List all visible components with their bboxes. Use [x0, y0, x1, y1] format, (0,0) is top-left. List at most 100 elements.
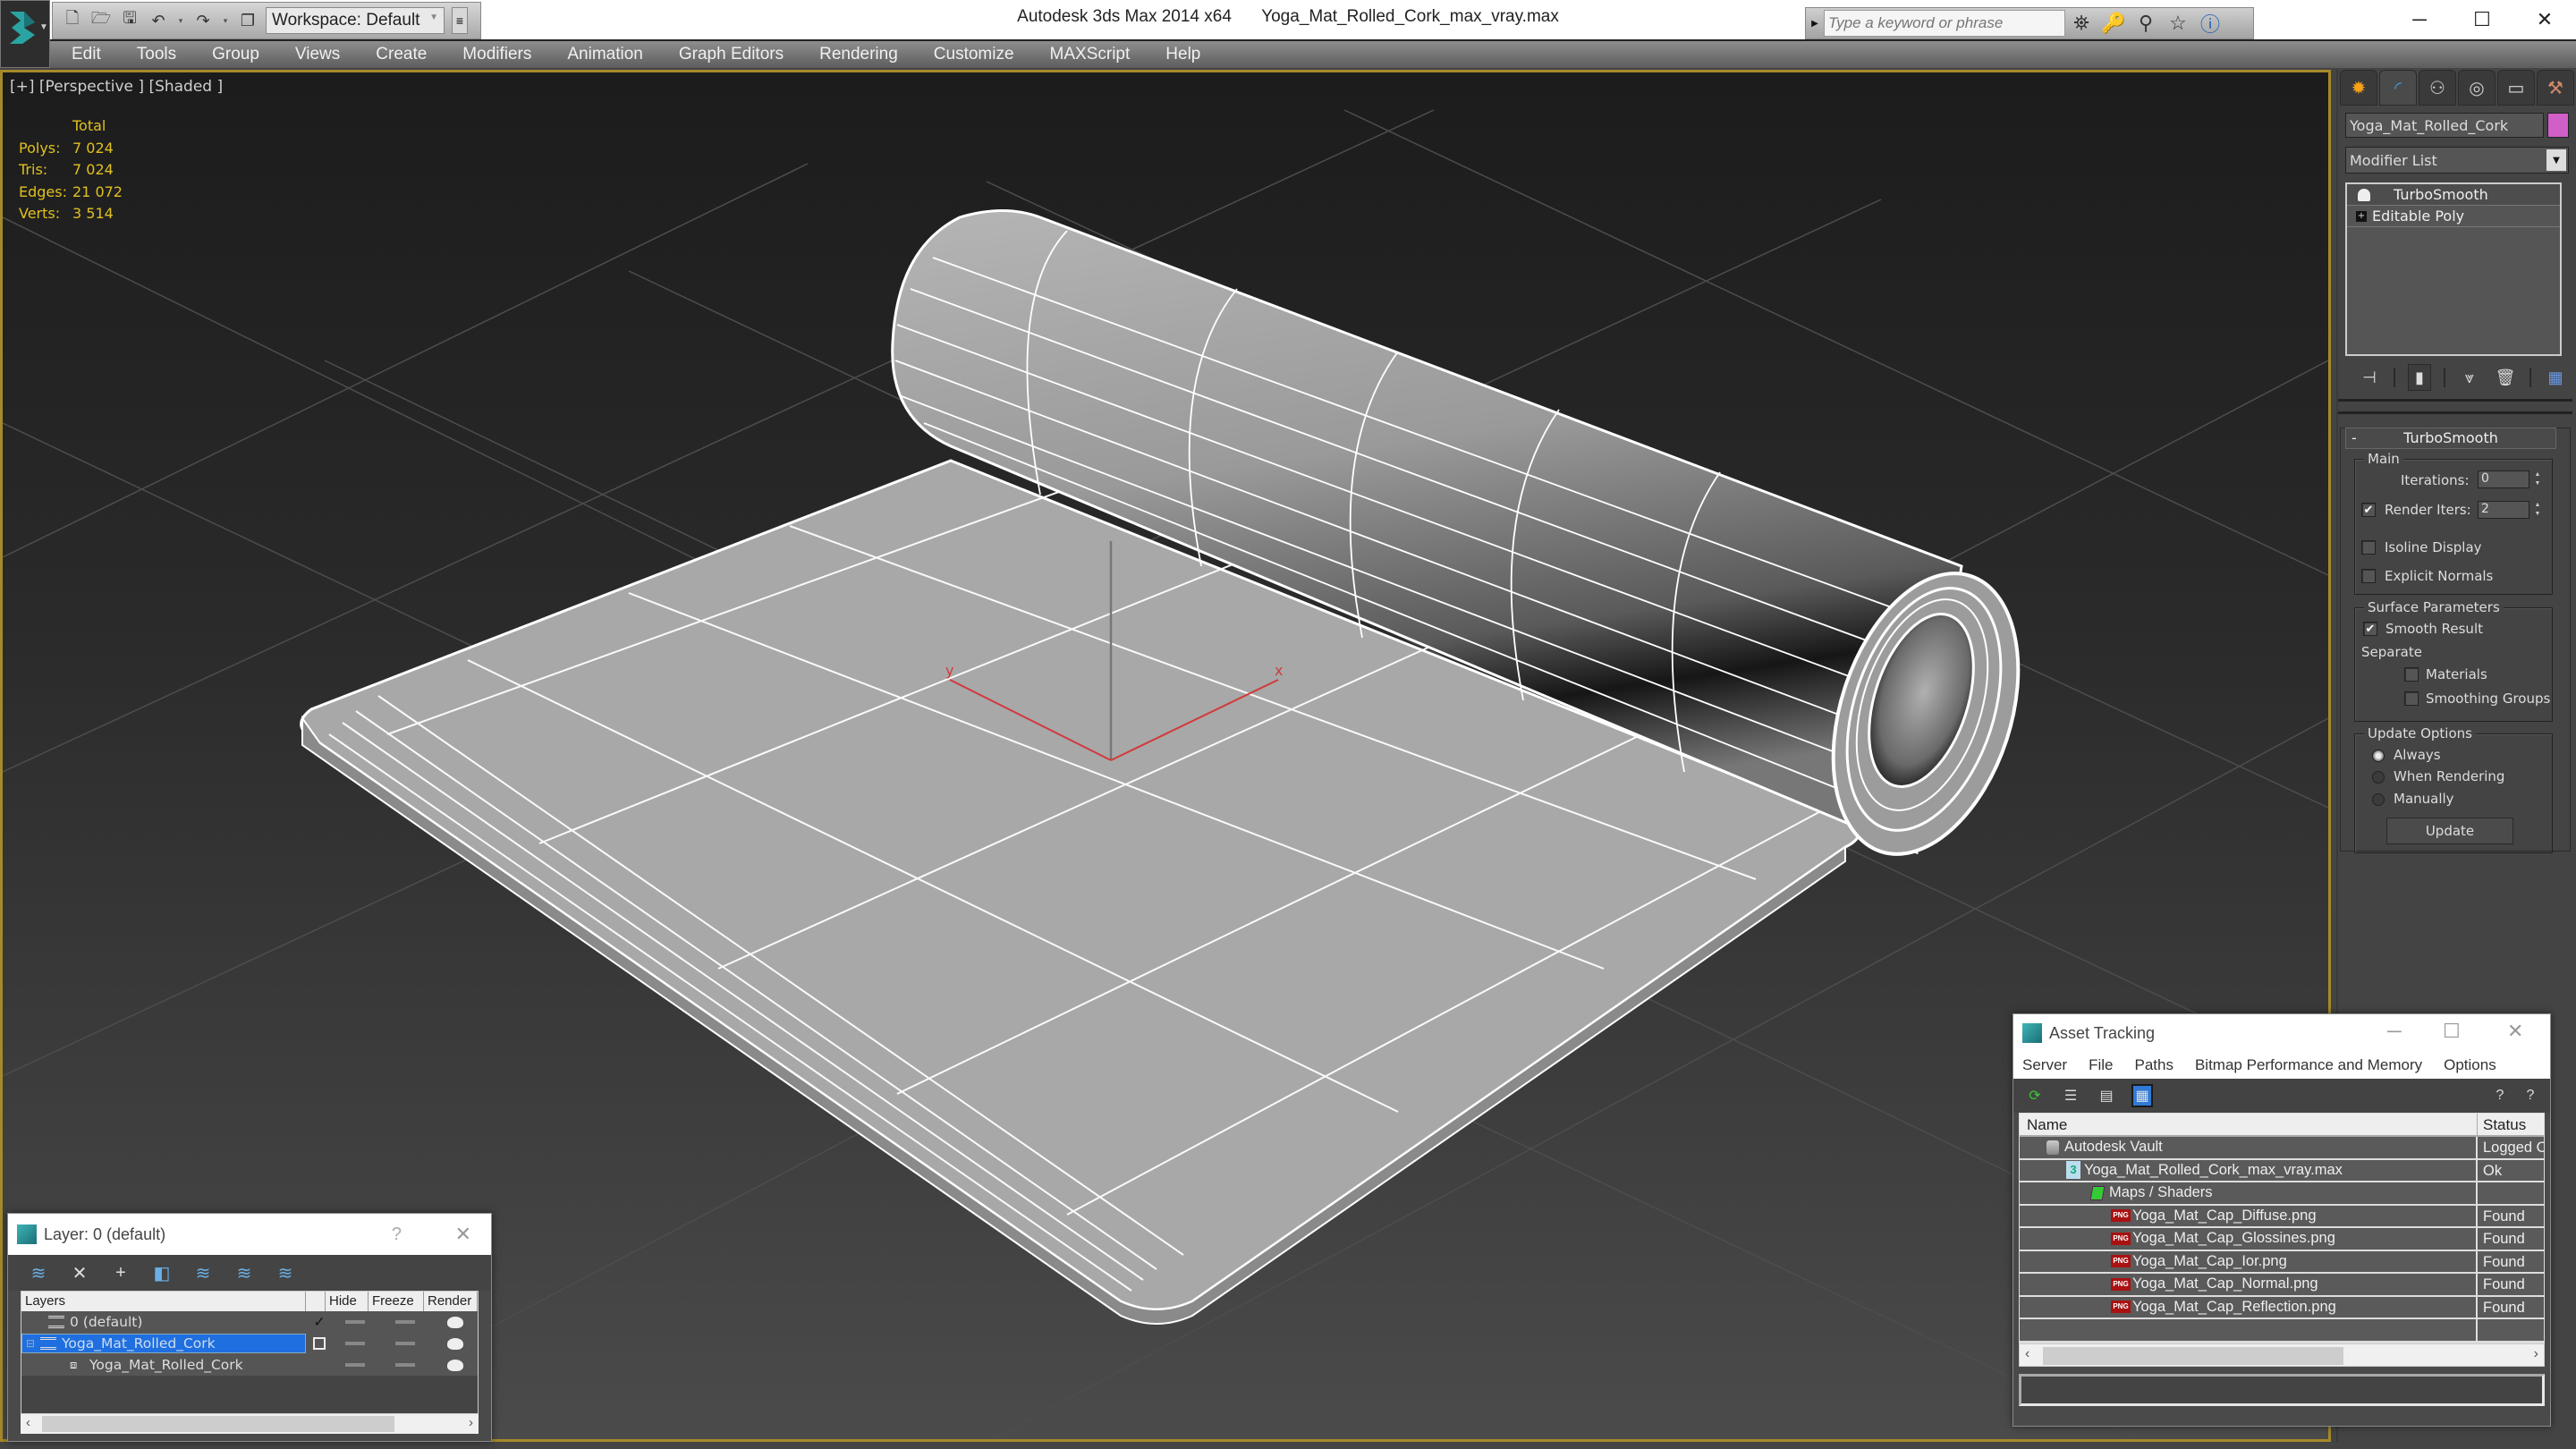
column-status[interactable]: Status [2478, 1114, 2544, 1135]
tree-view-icon[interactable]: ▤ [2096, 1084, 2117, 1107]
close-button[interactable]: ✕ [455, 1223, 471, 1246]
column-current[interactable] [306, 1292, 326, 1311]
explicit-normals-checkbox[interactable] [2361, 569, 2376, 583]
redo-icon[interactable]: ↷ [192, 9, 214, 32]
table-row[interactable]: PNG Yoga_Mat_Cap_Glossines.png Found [2020, 1228, 2544, 1251]
tab-hierarchy[interactable]: ⚇ [2419, 70, 2456, 106]
save-file-icon[interactable]: 🖫 [119, 9, 140, 32]
undo-icon[interactable]: ↶ [148, 9, 169, 32]
undo-dropdown-icon[interactable]: ▾ [176, 9, 185, 32]
maximize-button[interactable]: ☐ [2443, 1020, 2461, 1043]
make-unique-icon[interactable]: ⩔ [2458, 364, 2481, 391]
hide-freeze-all-icon[interactable]: ≋ [275, 1262, 296, 1284]
freeze-toggle[interactable] [395, 1320, 415, 1324]
render-teapot-icon[interactable] [447, 1337, 463, 1350]
tab-display[interactable]: ▭ [2497, 70, 2535, 106]
workspace-dropdown[interactable]: Workspace: Default ▼ [266, 7, 445, 34]
vault-help-icon[interactable]: ? [2489, 1084, 2511, 1107]
update-manually-radio[interactable] [2372, 793, 2385, 806]
menu-animation[interactable]: Animation [567, 45, 643, 64]
update-always-radio[interactable] [2372, 750, 2385, 762]
table-row[interactable]: Autodesk Vault Logged Out [2020, 1137, 2544, 1160]
tab-modify[interactable]: ◜ [2379, 70, 2417, 106]
redo-dropdown-icon[interactable]: ▾ [221, 9, 230, 32]
menu-customize[interactable]: Customize [934, 45, 1014, 64]
project-folder-icon[interactable]: ❐ [237, 9, 258, 32]
table-row[interactable]: 3 Yoga_Mat_Rolled_Cork_max_vray.max Ok [2020, 1159, 2544, 1182]
lightbulb-icon[interactable] [2358, 188, 2370, 201]
table-row[interactable]: PNG Yoga_Mat_Cap_Normal.png Found [2020, 1274, 2544, 1297]
render-teapot-icon[interactable] [447, 1316, 463, 1328]
minimize-button[interactable]: ─ [2388, 0, 2451, 39]
refresh-icon[interactable]: ⟳ [2024, 1084, 2046, 1107]
column-hide[interactable]: Hide [326, 1292, 369, 1311]
help-icon[interactable]: ⓘ [2194, 9, 2226, 38]
create-layer-icon[interactable]: ≋ [28, 1262, 49, 1284]
render-teapot-icon[interactable] [447, 1359, 463, 1371]
table-row[interactable]: PNG Yoga_Mat_Cap_Ior.png Found [2020, 1250, 2544, 1274]
layer-row-selected[interactable]: ⊟ Yoga_Mat_Rolled_Cork [21, 1333, 478, 1354]
minimize-button[interactable]: ─ [2387, 1020, 2402, 1043]
stack-item-turbosmooth[interactable]: TurboSmooth [2347, 184, 2560, 206]
menu-create[interactable]: Create [376, 45, 427, 64]
render-iters-spinner[interactable]: ▲ ▼ [2531, 501, 2544, 519]
pin-stack-icon[interactable]: ⊣ [2358, 364, 2381, 391]
menu-rendering[interactable]: Rendering [819, 45, 898, 64]
key-icon[interactable]: 🔑 [2097, 12, 2130, 35]
render-iters-field[interactable]: 2 [2478, 501, 2529, 519]
scrollbar-thumb[interactable] [2043, 1346, 2343, 1365]
asset-path-field[interactable] [2019, 1373, 2545, 1406]
close-button[interactable]: ✕ [2513, 0, 2576, 39]
scroll-right-icon[interactable]: › [469, 1415, 473, 1430]
table-view-icon[interactable]: ▦ [2131, 1084, 2153, 1107]
select-objects-icon[interactable]: ◧ [151, 1262, 173, 1284]
star-icon[interactable]: ☆ [2162, 12, 2194, 35]
menu-file[interactable]: File [2089, 1056, 2113, 1074]
layer-manager-titlebar[interactable]: Layer: 0 (default) ? ✕ [8, 1214, 491, 1255]
menu-bitmap-performance[interactable]: Bitmap Performance and Memory [2195, 1056, 2422, 1074]
highlight-layer-icon[interactable]: ≋ [233, 1262, 255, 1284]
binoculars-icon[interactable]: ⛯ [2065, 12, 2097, 35]
close-button[interactable]: ✕ [2507, 1020, 2523, 1043]
hide-toggle[interactable] [345, 1363, 365, 1367]
scroll-left-icon[interactable]: ‹ [2025, 1346, 2029, 1362]
customize-toolbar-icon[interactable]: ≡ [452, 7, 468, 34]
column-render[interactable]: Render [424, 1292, 478, 1311]
layer-row[interactable]: 0 (default) ✓ [21, 1311, 478, 1333]
column-name[interactable]: Name [2020, 1114, 2478, 1135]
menu-maxscript[interactable]: MAXScript [1050, 45, 1131, 64]
application-button[interactable]: ▼ [0, 0, 50, 68]
current-layer-checkmark-icon[interactable]: ✓ [306, 1314, 333, 1330]
expand-arrow-icon[interactable]: ▶ [1806, 19, 1824, 29]
horizontal-scrollbar[interactable]: ‹ › [2019, 1343, 2545, 1367]
select-layer-icon[interactable]: ≋ [192, 1262, 214, 1284]
remove-modifier-icon[interactable]: 🗑 [2494, 364, 2517, 391]
menu-help[interactable]: Help [1165, 45, 1200, 64]
object-color-swatch[interactable] [2547, 113, 2569, 138]
menu-group[interactable]: Group [212, 45, 259, 64]
list-view-icon[interactable]: ☰ [2060, 1084, 2081, 1107]
rollout-header[interactable]: - TurboSmooth [2345, 428, 2556, 449]
satellite-icon[interactable]: ⚲ [2130, 12, 2162, 35]
maximize-button[interactable]: ☐ [2451, 0, 2513, 39]
scroll-right-icon[interactable]: › [2534, 1346, 2538, 1362]
stack-item-editable-poly[interactable]: + Editable Poly [2347, 206, 2560, 227]
smooth-result-checkbox[interactable]: ✔ [2363, 622, 2377, 636]
add-to-layer-icon[interactable]: + [110, 1262, 131, 1284]
help-button[interactable]: ? [392, 1224, 402, 1245]
smoothing-groups-checkbox[interactable] [2404, 691, 2419, 706]
modifier-list-dropdown[interactable]: Modifier List ▼ [2345, 147, 2569, 174]
object-row[interactable]: ⧈ Yoga_Mat_Rolled_Cork [21, 1354, 478, 1376]
column-layers[interactable]: Layers [21, 1292, 306, 1311]
update-when-rendering-radio[interactable] [2372, 771, 2385, 784]
table-row[interactable]: PNG Yoga_Mat_Cap_Reflection.png Found [2020, 1296, 2544, 1319]
menu-server[interactable]: Server [2022, 1056, 2067, 1074]
iterations-field[interactable]: 0 [2478, 470, 2529, 488]
tab-motion[interactable]: ◎ [2458, 70, 2496, 106]
menu-options[interactable]: Options [2444, 1056, 2496, 1074]
configure-sets-icon[interactable]: ▦ [2544, 364, 2567, 391]
tab-utilities[interactable]: ⚒ [2537, 70, 2574, 106]
show-end-result-icon[interactable]: ▮ [2408, 364, 2431, 391]
search-input[interactable] [1824, 10, 2065, 37]
help-icon[interactable]: ? [2520, 1084, 2541, 1107]
